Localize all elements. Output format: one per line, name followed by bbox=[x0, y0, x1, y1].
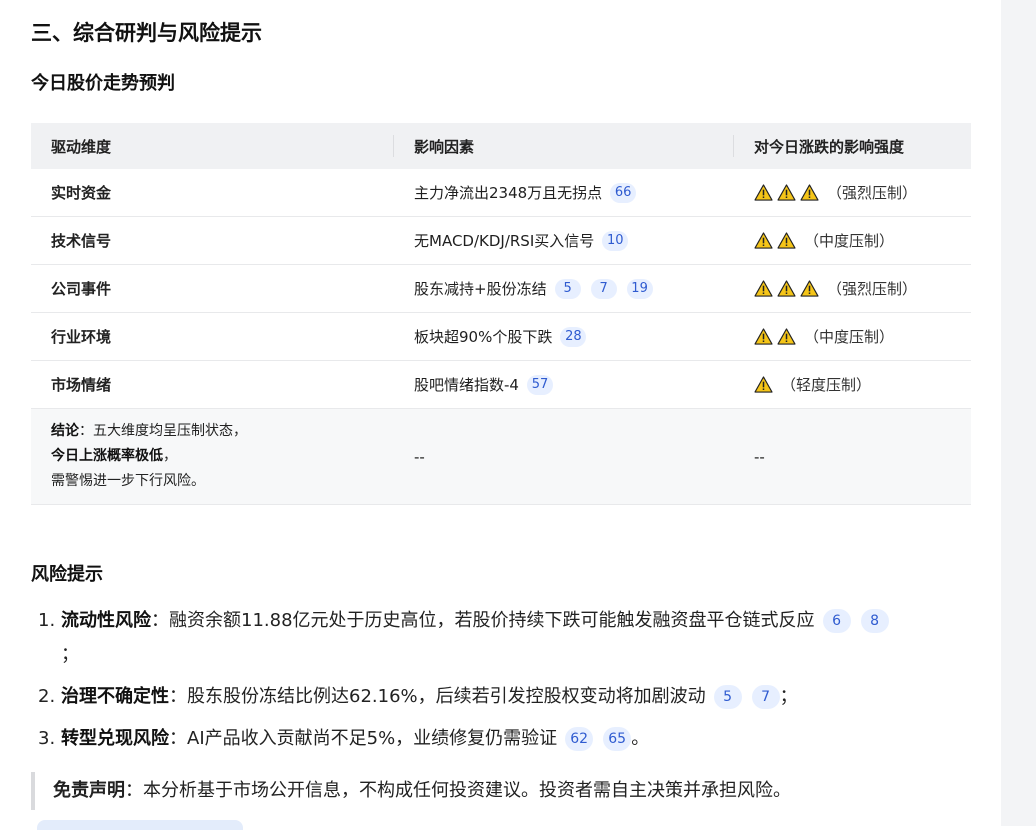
table-row-conclusion: 结论：五大维度均呈压制状态， 今日上涨概率极低， 需警惕进一步下行风险。 -- … bbox=[31, 409, 971, 505]
warning-icon bbox=[754, 376, 773, 393]
risk-title: 风险提示 bbox=[31, 564, 103, 585]
row-dimension: 公司事件 bbox=[51, 280, 112, 298]
risk-text: ：AI产品收入贡献尚不足5%，业绩修复仍需验证 bbox=[169, 728, 558, 749]
row-dimension: 市场情绪 bbox=[51, 376, 112, 394]
row-dimension: 实时资金 bbox=[51, 184, 112, 202]
row-dimension: 技术信号 bbox=[51, 232, 112, 250]
forecast-table: 驱动维度 影响因素 对今日涨跌的影响强度 实时资金 主力净流出2348万且无拐点 6… bbox=[31, 123, 971, 505]
citation-badge[interactable]: 62 bbox=[565, 727, 594, 751]
citation-badge[interactable]: 57 bbox=[526, 374, 553, 395]
conclusion-line1: ：五大维度均呈压制状态， bbox=[79, 423, 247, 439]
risk-item: 1. 流动性风险：融资余额11.88亿元处于历史高位，若股价持续下跌可能触发融资盘… bbox=[31, 604, 991, 672]
table-row: 公司事件 股东减持+股份冻结 5 7 19 （强烈压制） bbox=[31, 265, 971, 313]
warning-icon bbox=[777, 232, 796, 249]
warning-icon bbox=[800, 184, 819, 201]
citation-badge[interactable]: 7 bbox=[751, 685, 780, 709]
scrollbar-track[interactable] bbox=[1001, 0, 1036, 826]
citation-badge[interactable]: 10 bbox=[602, 230, 629, 251]
impact-label: （中度压制） bbox=[804, 232, 895, 250]
conclusion-highlight: 今日上涨概率极低 bbox=[51, 448, 163, 464]
risk-list: 1. 流动性风险：融资余额11.88亿元处于历史高位，若股价持续下跌可能触发融资盘… bbox=[31, 604, 991, 756]
table-row: 市场情绪 股吧情绪指数-4 57 （轻度压制） bbox=[31, 361, 971, 409]
row-factor-cell: 无MACD/KDJ/RSI买入信号 10 bbox=[394, 230, 734, 251]
citation-badge[interactable]: 8 bbox=[860, 609, 889, 633]
warning-icon bbox=[754, 232, 773, 249]
risk-number: 3. bbox=[38, 728, 56, 749]
disclaimer-text: ：本分析基于市场公开信息，不构成任何投资建议。投资者需自主决策并承担风险。 bbox=[125, 780, 791, 801]
risk-number: 1. bbox=[38, 610, 56, 631]
impact-label: （中度压制） bbox=[804, 328, 895, 346]
risk-title-text: 流动性风险 bbox=[61, 610, 151, 631]
citation-badge[interactable]: 6 bbox=[822, 609, 851, 633]
table-row: 技术信号 无MACD/KDJ/RSI买入信号 10 （中度压制） bbox=[31, 217, 971, 265]
citation-badge[interactable]: 19 bbox=[626, 278, 653, 299]
table-row: 行业环境 板块超90%个股下跌 28 （中度压制） bbox=[31, 313, 971, 361]
risk-text: ：股东股份冻结比例达62.16%，后续若引发控股权变动将加剧波动 bbox=[169, 686, 706, 707]
conclusion-text: 结论：五大维度均呈压制状态， 今日上涨概率极低， 需警惕进一步下行风险。 bbox=[31, 419, 394, 494]
conclusion-label: 结论 bbox=[51, 423, 79, 439]
impact-label: （强烈压制） bbox=[827, 184, 918, 202]
row-impact-cell: （强烈压制） bbox=[734, 182, 971, 203]
disclaimer: 免责声明：本分析基于市场公开信息，不构成任何投资建议。投资者需自主决策并承担风险… bbox=[31, 772, 931, 810]
citation-badge[interactable]: 28 bbox=[560, 326, 587, 347]
row-impact-cell: （中度压制） bbox=[734, 326, 971, 347]
table-body: 实时资金 主力净流出2348万且无拐点 66 （强烈压制） 技术信号 无MACD/KDJ/… bbox=[31, 169, 971, 409]
row-factor: 股东减持+股份冻结 bbox=[414, 280, 547, 298]
risk-end-punct: ； bbox=[779, 686, 798, 707]
row-impact-cell: （中度压制） bbox=[734, 230, 971, 251]
citation-badge[interactable]: 65 bbox=[603, 727, 632, 751]
risk-number: 2. bbox=[38, 686, 56, 707]
risk-title-text: 治理不确定性 bbox=[61, 686, 169, 707]
conclusion-line3: 需警惕进一步下行风险。 bbox=[51, 473, 205, 489]
conclusion-factor: -- bbox=[414, 447, 425, 466]
risk-text: ：融资余额11.88亿元处于历史高位，若股价持续下跌可能触发融资盘平仓链式反应 bbox=[151, 610, 815, 631]
warning-icon bbox=[754, 328, 773, 345]
impact-label: （强烈压制） bbox=[827, 280, 918, 298]
header-dimension: 驱动维度 bbox=[31, 135, 394, 157]
row-factor-cell: 板块超90%个股下跌 28 bbox=[394, 326, 734, 347]
citation-badge[interactable]: 7 bbox=[590, 278, 617, 299]
citation-badge[interactable]: 5 bbox=[713, 685, 742, 709]
row-factor: 板块超90%个股下跌 bbox=[414, 328, 553, 346]
forecast-title: 今日股价走势预判 bbox=[31, 73, 175, 94]
header-impact: 对今日涨跌的影响强度 bbox=[754, 137, 905, 156]
row-impact-cell: （轻度压制） bbox=[734, 374, 971, 395]
bottom-action-chip[interactable] bbox=[37, 820, 243, 830]
risk-title-text: 转型兑现风险 bbox=[61, 728, 169, 749]
row-dimension: 行业环境 bbox=[51, 328, 112, 346]
warning-icon bbox=[777, 280, 796, 297]
warning-icon bbox=[800, 280, 819, 297]
warning-icon bbox=[754, 280, 773, 297]
header-factor: 影响因素 bbox=[394, 135, 734, 157]
warning-icon bbox=[754, 184, 773, 201]
impact-label: （轻度压制） bbox=[781, 376, 872, 394]
row-factor-cell: 主力净流出2348万且无拐点 66 bbox=[394, 182, 734, 203]
citation-badge[interactable]: 5 bbox=[554, 278, 581, 299]
conclusion-line2-suffix: ， bbox=[163, 448, 177, 464]
table-row: 实时资金 主力净流出2348万且无拐点 66 （强烈压制） bbox=[31, 169, 971, 217]
row-factor: 主力净流出2348万且无拐点 bbox=[414, 184, 603, 202]
risk-item: 3. 转型兑现风险：AI产品收入贡献尚不足5%，业绩修复仍需验证 62 65。 bbox=[31, 722, 991, 756]
warning-icon bbox=[777, 328, 796, 345]
row-factor-cell: 股吧情绪指数-4 57 bbox=[394, 374, 734, 395]
warning-icon bbox=[777, 184, 796, 201]
section-title: 三、综合研判与风险提示 bbox=[31, 21, 262, 45]
conclusion-impact: -- bbox=[754, 447, 765, 466]
citation-badge[interactable]: 66 bbox=[610, 182, 637, 203]
row-factor: 股吧情绪指数-4 bbox=[414, 376, 519, 394]
risk-end-punct: ； bbox=[61, 644, 79, 665]
row-factor: 无MACD/KDJ/RSI买入信号 bbox=[414, 232, 595, 250]
row-impact-cell: （强烈压制） bbox=[734, 278, 971, 299]
disclaimer-label: 免责声明 bbox=[53, 780, 125, 801]
risk-end-punct: 。 bbox=[631, 728, 650, 749]
table-header: 驱动维度 影响因素 对今日涨跌的影响强度 bbox=[31, 123, 971, 169]
risk-item: 2. 治理不确定性：股东股份冻结比例达62.16%，后续若引发控股权变动将加剧波动… bbox=[31, 680, 991, 714]
row-factor-cell: 股东减持+股份冻结 5 7 19 bbox=[394, 278, 734, 299]
